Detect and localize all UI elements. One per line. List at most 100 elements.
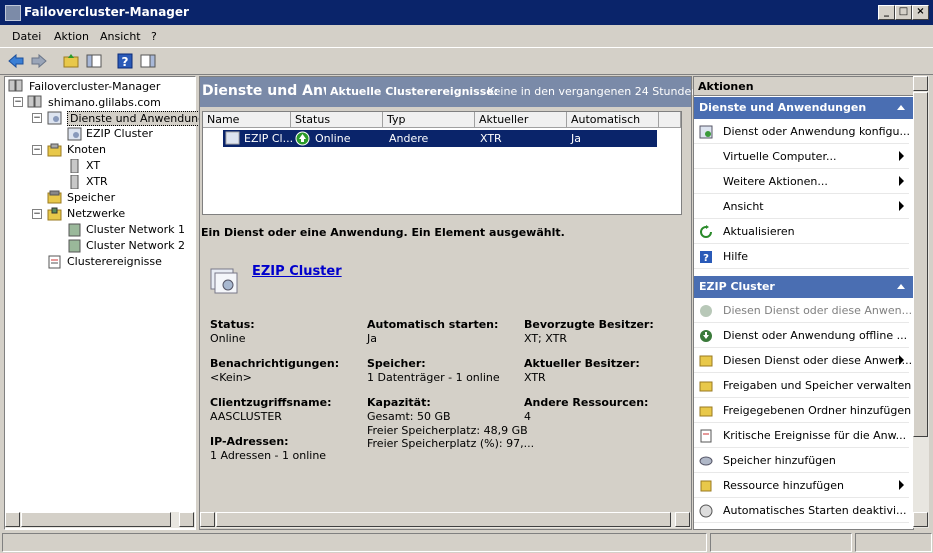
refresh-icon (700, 225, 712, 238)
actions-vscrollbar[interactable] (913, 76, 929, 528)
help-icon[interactable]: ? (116, 52, 134, 70)
minimize-button[interactable]: _ (878, 5, 895, 20)
status-panel-main (2, 533, 707, 552)
forward-icon[interactable] (30, 52, 48, 70)
server-xtr-icon (70, 175, 79, 189)
back-icon[interactable] (7, 52, 25, 70)
menu-aktion[interactable]: Aktion (54, 30, 89, 43)
item-title-link[interactable]: EZIP Cluster (252, 264, 342, 279)
move-icon (699, 355, 713, 367)
collapse-section-icon[interactable] (897, 105, 905, 110)
action-manage-shares[interactable]: Freigaben und Speicher verwalten (694, 374, 912, 398)
tree-root[interactable]: Failovercluster-Manager (29, 80, 160, 93)
action-add-resource[interactable]: Ressource hinzufügen (694, 474, 909, 498)
close-button[interactable]: × (912, 5, 929, 20)
window-title: Failovercluster-Manager (24, 5, 189, 19)
center-scroll-thumb[interactable] (216, 512, 671, 527)
services-list: Name Status Typ Aktueller Besit... Autom… (202, 111, 682, 215)
action-move-service[interactable]: Diesen Dienst oder diese Anwen... (694, 349, 912, 373)
show-action-pane-icon[interactable] (139, 52, 157, 70)
tree-hscrollbar[interactable] (5, 512, 195, 528)
client-access-label: Clientzugriffsname: (210, 396, 332, 409)
center-scroll-right-button[interactable] (675, 512, 690, 527)
col-owner[interactable]: Aktueller Besit... (475, 112, 567, 142)
preferred-owners-label: Bevorzugte Besitzer: (524, 318, 654, 331)
tree-service-item[interactable]: EZIP Cluster (86, 127, 153, 140)
actions-pane: Aktionen Dienste und Anwendungen Dienst … (693, 76, 914, 530)
client-access-value: AASCLUSTER (210, 410, 282, 423)
col-status[interactable]: Status (291, 112, 383, 128)
action-add-storage[interactable]: Speicher hinzufügen (694, 449, 909, 473)
expand-networks-toggle[interactable]: − (32, 209, 42, 219)
up-folder-icon[interactable] (62, 52, 80, 70)
menu-help[interactable]: ? (151, 30, 157, 43)
tree-storage[interactable]: Speicher (67, 191, 115, 204)
row-status: Online (315, 132, 351, 145)
action-critical-events[interactable]: Kritische Ereignisse für die Anw... (694, 424, 909, 448)
tree-node-xtr[interactable]: XTR (86, 175, 108, 188)
scroll-right-button[interactable] (179, 512, 194, 527)
folder-icon (699, 406, 713, 417)
collapse-section-icon[interactable] (897, 284, 905, 289)
menu-ansicht[interactable]: Ansicht (100, 30, 141, 43)
scroll-left-button[interactable] (5, 512, 20, 527)
center-scroll-left-button[interactable] (200, 512, 215, 527)
console-tree: Failovercluster-Manager − shimano.glilab… (4, 76, 222, 530)
capacity-total: Gesamt: 50 GB (367, 410, 451, 423)
tree-networks[interactable]: Netzwerke (67, 207, 125, 220)
tree-nodes[interactable]: Knoten (67, 143, 106, 156)
action-refresh[interactable]: Aktualisieren (694, 220, 909, 244)
center-hscrollbar[interactable] (200, 512, 691, 528)
tree-events[interactable]: Clusterereignisse (67, 255, 162, 268)
action-bring-online[interactable]: Diesen Dienst oder diese Anwen... (694, 299, 912, 323)
tree-node-xt[interactable]: XT (86, 159, 100, 172)
menu-datei[interactable]: Datei (12, 30, 41, 43)
scroll-down-button[interactable] (913, 512, 928, 527)
tree-network-1[interactable]: Cluster Network 1 (86, 223, 185, 236)
action-help[interactable]: ? Hilfe (694, 245, 909, 269)
notifications-label: Benachrichtigungen: (210, 357, 340, 370)
action-label: Weitere Aktionen... (723, 175, 828, 188)
center-header-title: Dienste und Anw (202, 83, 326, 99)
action-view[interactable]: Ansicht (694, 195, 909, 219)
vscroll-thumb[interactable] (913, 92, 928, 437)
action-label: Freigaben und Speicher verwalten (723, 379, 912, 392)
preferred-owners-value: XT; XTR (524, 332, 567, 345)
tree-network-2[interactable]: Cluster Network 2 (86, 239, 185, 252)
action-disable-autostart[interactable]: Automatisches Starten deaktivi... (694, 499, 909, 523)
submenu-arrow-icon (899, 201, 904, 211)
shares-icon (699, 381, 713, 392)
action-virtual-machines[interactable]: Virtuelle Computer... (694, 145, 909, 169)
storage-label: Speicher: (367, 357, 426, 370)
action-take-offline[interactable]: Dienst oder Anwendung offline ... (694, 324, 909, 348)
action-label: Kritische Ereignisse für die Anw... (723, 429, 907, 442)
service-row-icon (225, 131, 240, 145)
tree-cluster[interactable]: shimano.glilabs.com (48, 96, 161, 109)
action-label: Freigegebenen Ordner hinzufügen (723, 404, 912, 417)
col-name[interactable]: Name (203, 112, 291, 128)
events-value[interactable]: Keine in den vergangenen 24 Stunden (487, 85, 698, 98)
table-row[interactable]: EZIP Cl... Online Andere XTR Ja (223, 130, 657, 147)
action-add-shared-folder[interactable]: Freigegebenen Ordner hinzufügen (694, 399, 912, 423)
action-more-actions[interactable]: Weitere Aktionen... (694, 170, 909, 194)
section-ezip-header[interactable]: EZIP Cluster (694, 276, 913, 298)
status-panel-2 (710, 533, 852, 552)
submenu-arrow-icon (899, 151, 904, 161)
section-services-header[interactable]: Dienste und Anwendungen (694, 97, 913, 119)
autostart-label: Automatisch starten: (367, 318, 499, 331)
scroll-thumb[interactable] (21, 512, 171, 527)
offline-icon (700, 330, 712, 342)
action-configure-service[interactable]: Dienst oder Anwendung konfigu... (694, 120, 910, 144)
col-autostart[interactable]: Automatisch st... (567, 112, 659, 142)
maximize-button[interactable]: □ (895, 5, 912, 20)
expand-nodes-toggle[interactable]: − (32, 145, 42, 155)
scroll-up-button[interactable] (913, 76, 928, 91)
submenu-arrow-icon (899, 480, 904, 490)
status-label: Status: (210, 318, 255, 331)
expand-cluster-toggle[interactable]: − (13, 97, 23, 107)
services-icon (47, 111, 62, 125)
show-hide-tree-icon[interactable] (85, 52, 103, 70)
expand-services-toggle[interactable]: − (32, 113, 42, 123)
col-type[interactable]: Typ (383, 112, 475, 128)
online-icon (700, 305, 712, 317)
